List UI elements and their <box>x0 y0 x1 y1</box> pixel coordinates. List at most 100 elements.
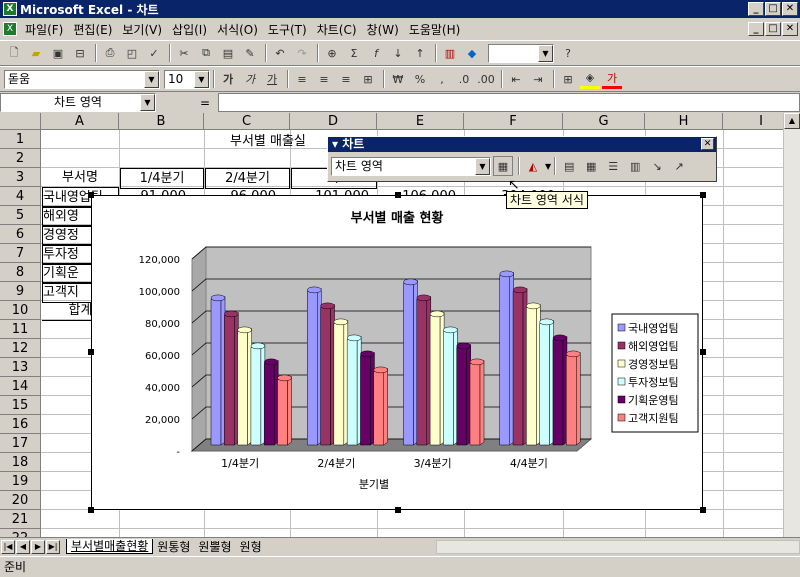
bar[interactable] <box>333 318 349 446</box>
doc-close-button[interactable]: ✕ <box>782 22 798 36</box>
bar[interactable] <box>403 278 418 446</box>
bar[interactable] <box>373 366 388 446</box>
paste-icon[interactable]: ▤ <box>218 43 238 63</box>
chart-type-icon[interactable]: ◭ <box>523 156 543 176</box>
doc-restore-button[interactable]: □ <box>765 22 781 36</box>
by-row-icon[interactable]: ☰ <box>603 156 623 176</box>
function-icon[interactable]: f <box>366 43 386 63</box>
equals-sign[interactable]: = <box>200 96 210 110</box>
cell-header-q1[interactable]: 1/4분기 <box>120 168 204 189</box>
col-header-c[interactable]: C <box>204 113 290 130</box>
italic-button[interactable]: 가 <box>240 69 260 89</box>
permission-icon[interactable]: ⊟ <box>70 43 90 63</box>
bar[interactable] <box>539 318 554 446</box>
new-icon[interactable]: 🗋 <box>4 43 24 63</box>
angle-text-down-icon[interactable]: ↘ <box>647 156 667 176</box>
sheet-tab-4[interactable]: 원형 <box>236 540 266 554</box>
horizontal-scrollbar[interactable] <box>435 539 800 554</box>
cell-header-q2[interactable]: 2/4분기 <box>205 168 290 189</box>
row-header-18[interactable]: 18 <box>0 453 41 472</box>
row-header-6[interactable]: 6 <box>0 225 41 244</box>
borders-icon[interactable]: ⊞ <box>558 69 578 89</box>
undo-icon[interactable]: ↶ <box>270 43 290 63</box>
last-sheet-icon[interactable]: ▶| <box>46 539 60 554</box>
bar[interactable] <box>250 342 266 446</box>
bar[interactable] <box>210 294 226 446</box>
data-table-icon[interactable]: ▦ <box>581 156 601 176</box>
menu-view[interactable]: 보기(V) <box>117 21 167 38</box>
row-header-4[interactable]: 4 <box>0 187 41 206</box>
row-header-10[interactable]: 10 <box>0 301 41 320</box>
spelling-icon[interactable]: ✓ <box>144 43 164 63</box>
bar[interactable] <box>526 302 541 446</box>
row-header-8[interactable]: 8 <box>0 263 41 282</box>
embedded-chart[interactable]: 부서별 매출 현황 - 20,000 40,000 60,000 80,000 100,0… <box>88 192 706 513</box>
col-header-f[interactable]: F <box>464 113 563 130</box>
align-center-icon[interactable]: ≡ <box>314 69 334 89</box>
select-all-corner[interactable] <box>0 113 41 130</box>
close-button[interactable]: ✕ <box>782 2 798 16</box>
col-header-b[interactable]: B <box>119 113 204 130</box>
align-left-icon[interactable]: ≡ <box>292 69 312 89</box>
increase-indent-icon[interactable]: ⇥ <box>528 69 548 89</box>
merge-center-icon[interactable]: ⊞ <box>358 69 378 89</box>
chart-xlabel[interactable]: 분기별 <box>359 478 389 491</box>
maximize-button[interactable]: □ <box>765 2 781 16</box>
chart-title[interactable]: 부서별 매출 현황 <box>351 210 444 226</box>
minimize-button[interactable]: _ <box>748 2 764 16</box>
format-painter-icon[interactable]: ✎ <box>240 43 260 63</box>
menu-help[interactable]: 도움말(H) <box>404 21 466 38</box>
print-preview-icon[interactable]: ◰ <box>122 43 142 63</box>
legend-icon[interactable]: ▤ <box>559 156 579 176</box>
menu-edit[interactable]: 편집(E) <box>68 21 117 38</box>
row-header-3[interactable]: 3 <box>0 168 41 187</box>
bar[interactable] <box>277 374 292 446</box>
bar[interactable] <box>456 342 471 446</box>
first-sheet-icon[interactable]: |◀ <box>1 539 15 554</box>
bar[interactable] <box>416 294 432 446</box>
bar[interactable] <box>263 358 279 446</box>
bar[interactable] <box>566 350 581 446</box>
bar[interactable] <box>469 358 485 446</box>
menu-tools[interactable]: 도구(T) <box>263 21 312 38</box>
by-column-icon[interactable]: ▥ <box>625 156 645 176</box>
formula-input[interactable] <box>218 93 800 112</box>
bar[interactable] <box>346 334 362 446</box>
bar[interactable] <box>307 286 322 446</box>
sort-ascending-icon[interactable]: ↓ <box>388 43 408 63</box>
col-header-h[interactable]: H <box>645 113 723 130</box>
cell-header-dept[interactable]: 부서명 <box>41 168 119 187</box>
row-header-12[interactable]: 12 <box>0 339 41 358</box>
print-icon[interactable]: ⎙ <box>100 43 120 63</box>
font-size-combo[interactable]: 10 ▼ <box>164 69 210 89</box>
bold-button[interactable]: 가 <box>218 69 238 89</box>
row-header-2[interactable]: 2 <box>0 149 41 168</box>
font-color-button[interactable]: 가 <box>602 69 622 89</box>
row-header-20[interactable]: 20 <box>0 491 41 510</box>
prev-sheet-icon[interactable]: ◀ <box>16 539 30 554</box>
row-header-11[interactable]: 11 <box>0 320 41 339</box>
row-header-17[interactable]: 17 <box>0 434 41 453</box>
sheet-tab-active[interactable]: 부서별매출현황 <box>66 539 154 554</box>
currency-icon[interactable]: ₩ <box>388 69 408 89</box>
chart-toolbar-titlebar[interactable]: ▾ 차트 ✕ <box>328 137 716 152</box>
chart-wizard-icon[interactable]: ▥ <box>440 43 460 63</box>
bar[interactable] <box>320 302 335 446</box>
name-box[interactable]: 차트 영역 ▼ <box>0 93 156 112</box>
cut-icon[interactable]: ✂ <box>174 43 194 63</box>
doc-minimize-button[interactable]: _ <box>748 22 764 36</box>
menu-file[interactable]: 파일(F) <box>20 21 68 38</box>
chart-toolbar-menu-icon[interactable]: ▾ <box>332 137 342 151</box>
decrease-decimal-icon[interactable]: .00 <box>476 69 496 89</box>
open-icon[interactable]: ▰ <box>26 43 46 63</box>
save-icon[interactable]: ▣ <box>48 43 68 63</box>
menu-insert[interactable]: 삽입(I) <box>167 21 212 38</box>
row-header-16[interactable]: 16 <box>0 415 41 434</box>
increase-decimal-icon[interactable]: .0 <box>454 69 474 89</box>
comma-icon[interactable]: , <box>432 69 452 89</box>
row-header-7[interactable]: 7 <box>0 244 41 263</box>
fill-color-icon[interactable]: ◈ <box>580 69 600 89</box>
chart-objects-combo[interactable]: 차트 영역 ▼ <box>331 156 491 176</box>
sheet-tab-3[interactable]: 원뿔형 <box>194 540 235 554</box>
row-header-21[interactable]: 21 <box>0 510 41 529</box>
